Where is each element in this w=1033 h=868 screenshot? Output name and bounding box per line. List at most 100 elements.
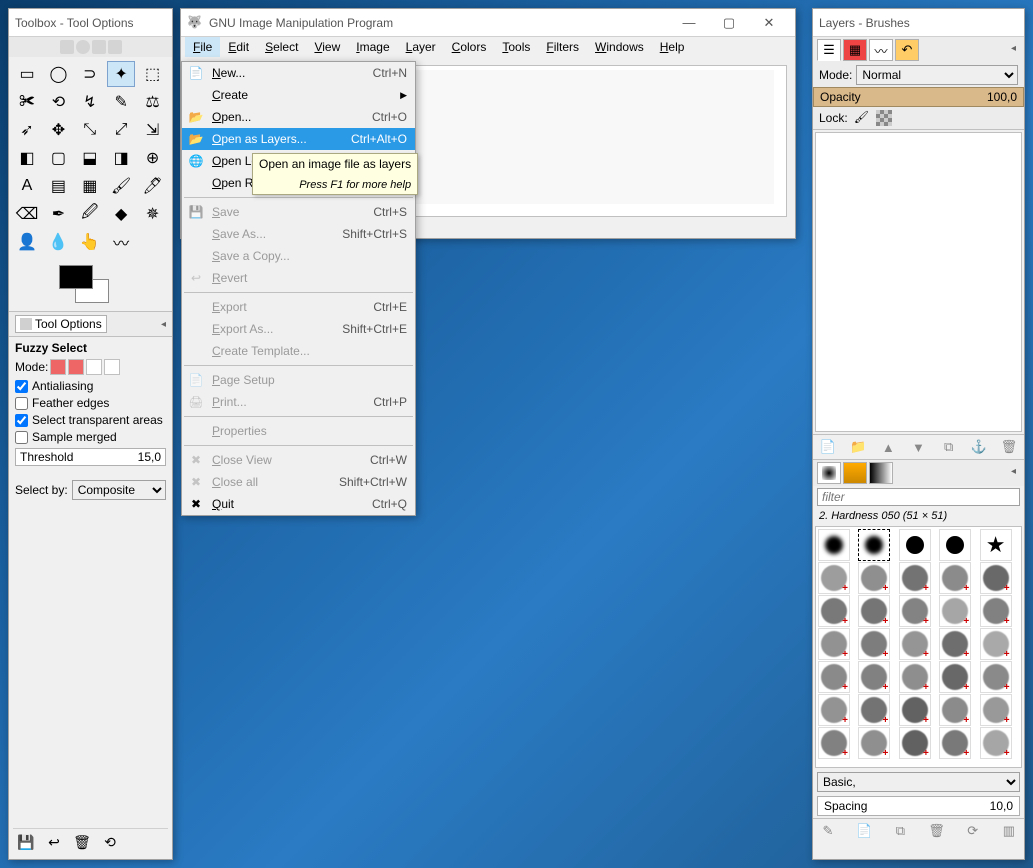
refresh-brush-icon[interactable]: ⟳ bbox=[964, 822, 982, 840]
brush-29[interactable]: + bbox=[980, 694, 1012, 726]
fg-color[interactable] bbox=[59, 265, 93, 289]
brush-grid[interactable]: ★++++++++++++++++++++++++++++++ bbox=[815, 526, 1022, 768]
minimize-button[interactable]: — bbox=[669, 10, 709, 36]
panel-menu-arrow-icon[interactable]: ◂ bbox=[161, 319, 166, 330]
new-layer-icon[interactable]: 📄 bbox=[819, 438, 837, 456]
tool-30[interactable]: 👤 bbox=[13, 229, 41, 255]
tool-24[interactable]: 🖊 bbox=[139, 173, 167, 199]
brush-6[interactable]: + bbox=[858, 562, 890, 594]
tool-29[interactable]: ✵ bbox=[139, 201, 167, 227]
close-button[interactable]: ✕ bbox=[749, 10, 789, 36]
brush-4[interactable]: ★ bbox=[980, 529, 1012, 561]
brush-5[interactable]: + bbox=[818, 562, 850, 594]
delete-layer-icon[interactable]: 🗑 bbox=[1000, 438, 1018, 456]
new-brush-icon[interactable]: 📄 bbox=[855, 822, 873, 840]
brushes-tab[interactable] bbox=[817, 462, 841, 484]
tool-10[interactable]: ➶ bbox=[13, 117, 41, 143]
brush-17[interactable]: + bbox=[899, 628, 931, 660]
lower-layer-icon[interactable]: ▼ bbox=[909, 438, 927, 456]
tool-5[interactable]: ✀ bbox=[13, 89, 41, 115]
tool-32[interactable]: 👆 bbox=[76, 229, 104, 255]
brush-9[interactable]: + bbox=[980, 562, 1012, 594]
anchor-layer-icon[interactable]: ⚓ bbox=[970, 438, 988, 456]
tool-9[interactable]: ⚖ bbox=[139, 89, 167, 115]
mode-subtract[interactable] bbox=[86, 359, 102, 375]
tool-15[interactable]: ◧ bbox=[13, 145, 41, 171]
tool-16[interactable]: ▢ bbox=[44, 145, 72, 171]
brush-31[interactable]: + bbox=[858, 727, 890, 759]
file-menu-create[interactable]: Create▶ bbox=[182, 84, 415, 106]
brush-23[interactable]: + bbox=[939, 661, 971, 693]
delete-brush-icon[interactable]: 🗑 bbox=[928, 822, 946, 840]
brush-10[interactable]: + bbox=[818, 595, 850, 627]
mode-add[interactable] bbox=[68, 359, 84, 375]
duplicate-layer-icon[interactable]: ⧉ bbox=[940, 438, 958, 456]
undo-tab[interactable]: ↶ bbox=[895, 39, 919, 61]
brush-30[interactable]: + bbox=[818, 727, 850, 759]
tool-18[interactable]: ◨ bbox=[107, 145, 135, 171]
layers-menu-arrow-icon[interactable]: ◂ bbox=[1007, 39, 1020, 61]
tool-0[interactable]: ▭ bbox=[13, 61, 41, 87]
tool-7[interactable]: ↯ bbox=[76, 89, 104, 115]
menu-filters[interactable]: Filters bbox=[538, 37, 587, 57]
patterns-tab[interactable] bbox=[843, 462, 867, 484]
menu-windows[interactable]: Windows bbox=[587, 37, 652, 57]
menu-layer[interactable]: Layer bbox=[398, 37, 444, 57]
layer-group-icon[interactable]: 📁 bbox=[849, 438, 867, 456]
brush-19[interactable]: + bbox=[980, 628, 1012, 660]
tool-1[interactable]: ◯ bbox=[44, 61, 72, 87]
brush-21[interactable]: + bbox=[858, 661, 890, 693]
brush-27[interactable]: + bbox=[899, 694, 931, 726]
brush-33[interactable]: + bbox=[939, 727, 971, 759]
brush-3[interactable] bbox=[939, 529, 971, 561]
tool-33[interactable]: 〰 bbox=[107, 229, 135, 255]
layers-titlebar[interactable]: Layers - Brushes bbox=[813, 9, 1024, 37]
color-swatch[interactable] bbox=[9, 259, 172, 311]
tool-28[interactable]: ◆ bbox=[107, 201, 135, 227]
toolbox-titlebar[interactable]: Toolbox - Tool Options bbox=[9, 9, 172, 37]
brush-0[interactable] bbox=[818, 529, 850, 561]
brush-28[interactable]: + bbox=[939, 694, 971, 726]
tool-27[interactable]: 🖉 bbox=[76, 201, 104, 227]
brush-8[interactable]: + bbox=[939, 562, 971, 594]
brush-24[interactable]: + bbox=[980, 661, 1012, 693]
brush-7[interactable]: + bbox=[899, 562, 931, 594]
threshold-slider[interactable]: Threshold15,0 bbox=[15, 448, 166, 466]
lock-pixels-icon[interactable]: 🖌 bbox=[854, 110, 870, 126]
tool-14[interactable]: ⇲ bbox=[139, 117, 167, 143]
tool-23[interactable]: 🖌 bbox=[107, 173, 135, 199]
tool-11[interactable]: ✥ bbox=[44, 117, 72, 143]
tool-26[interactable]: ✒ bbox=[44, 201, 72, 227]
brush-34[interactable]: + bbox=[980, 727, 1012, 759]
duplicate-brush-icon[interactable]: ⧉ bbox=[891, 822, 909, 840]
brush-14[interactable]: + bbox=[980, 595, 1012, 627]
antialiasing-check[interactable]: Antialiasing bbox=[15, 379, 166, 393]
brush-15[interactable]: + bbox=[818, 628, 850, 660]
reset-options-icon[interactable]: ⟲ bbox=[101, 833, 119, 851]
tool-2[interactable]: ⊃ bbox=[76, 61, 104, 87]
select-transparent-check[interactable]: Select transparent areas bbox=[15, 413, 166, 427]
brush-18[interactable]: + bbox=[939, 628, 971, 660]
tool-6[interactable]: ⟲ bbox=[44, 89, 72, 115]
gradients-tab[interactable] bbox=[869, 462, 893, 484]
menu-select[interactable]: Select bbox=[257, 37, 306, 57]
delete-options-icon[interactable]: 🗑 bbox=[73, 833, 91, 851]
file-menu-open-as-layers-[interactable]: 📂Open as Layers...Ctrl+Alt+O bbox=[182, 128, 415, 150]
brush-13[interactable]: + bbox=[939, 595, 971, 627]
brush-12[interactable]: + bbox=[899, 595, 931, 627]
tool-17[interactable]: ⬓ bbox=[76, 145, 104, 171]
menu-file[interactable]: File bbox=[185, 37, 220, 57]
tool-31[interactable]: 💧 bbox=[44, 229, 72, 255]
menu-help[interactable]: Help bbox=[652, 37, 693, 57]
file-menu-open-[interactable]: 📂Open...Ctrl+O bbox=[182, 106, 415, 128]
file-menu-quit[interactable]: ✖QuitCtrl+Q bbox=[182, 493, 415, 515]
menu-view[interactable]: View bbox=[306, 37, 348, 57]
brush-20[interactable]: + bbox=[818, 661, 850, 693]
tool-25[interactable]: ⌫ bbox=[13, 201, 41, 227]
feather-check[interactable]: Feather edges bbox=[15, 396, 166, 410]
brush-menu-arrow-icon[interactable]: ◂ bbox=[1007, 462, 1020, 484]
mode-select[interactable]: Normal bbox=[856, 65, 1018, 85]
menu-edit[interactable]: Edit bbox=[220, 37, 257, 57]
tool-20[interactable]: A bbox=[13, 173, 41, 199]
tool-12[interactable]: ⤡ bbox=[76, 117, 104, 143]
